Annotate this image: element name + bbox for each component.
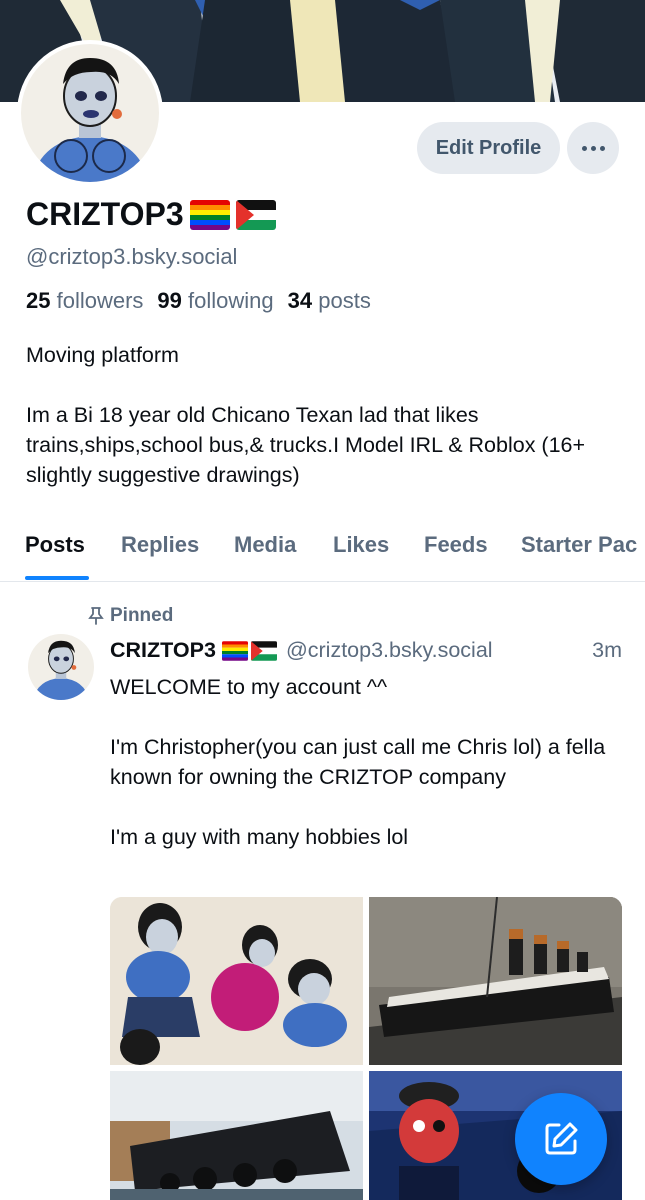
profile-display-name: CRIZTOP3 <box>26 196 276 233</box>
palestine-flag-icon <box>250 640 277 661</box>
edit-profile-button[interactable]: Edit Profile <box>417 122 560 174</box>
post-header: CRIZTOP3 @criztop3.bsky.social 3m <box>110 638 622 663</box>
tab-posts[interactable]: Posts <box>25 532 85 558</box>
profile-handle: @criztop3.bsky.social <box>26 244 238 269</box>
post-image-drawings[interactable] <box>110 897 363 1065</box>
profile-bio: Moving platform Im a Bi 18 year old Chic… <box>26 343 586 487</box>
tab-starter-packs[interactable]: Starter Pac <box>521 532 637 558</box>
compose-icon <box>545 1122 578 1155</box>
post-author-handle[interactable]: @criztop3.bsky.social <box>286 638 493 663</box>
post-body: WELCOME to my account ^^ I'm Christopher… <box>110 675 606 849</box>
pride-flag-icon <box>221 640 248 661</box>
more-options-button[interactable] <box>567 122 619 174</box>
post-timestamp[interactable]: 3m <box>592 638 622 663</box>
pride-flag-icon <box>189 199 230 230</box>
tab-feeds[interactable]: Feeds <box>424 532 488 558</box>
profile-stats: 25 followers 99 following 34 posts <box>26 288 371 314</box>
palestine-flag-icon <box>235 199 276 230</box>
following-link[interactable]: 99 following <box>157 288 273 314</box>
tab-likes[interactable]: Likes <box>333 532 389 558</box>
post-image-train-model[interactable] <box>110 1071 363 1200</box>
tab-replies[interactable]: Replies <box>121 532 199 558</box>
avatar-drawing-small <box>28 634 94 700</box>
posts-count: 34 posts <box>287 288 371 313</box>
followers-link[interactable]: 25 followers <box>26 288 143 314</box>
more-icon <box>581 145 587 151</box>
post-image-ship-model[interactable] <box>369 897 622 1065</box>
active-tab-indicator <box>25 576 89 580</box>
pin-icon <box>88 607 104 625</box>
compose-button[interactable] <box>515 1093 607 1185</box>
post-author-name[interactable]: CRIZTOP3 <box>110 638 216 663</box>
profile-avatar[interactable] <box>17 40 163 186</box>
pinned-label: Pinned <box>88 605 173 627</box>
avatar-drawing <box>21 44 159 182</box>
post-author-avatar[interactable] <box>28 634 94 700</box>
tab-media[interactable]: Media <box>234 532 296 558</box>
profile-tabs: Posts Replies Media Likes Feeds Starter … <box>0 520 645 582</box>
